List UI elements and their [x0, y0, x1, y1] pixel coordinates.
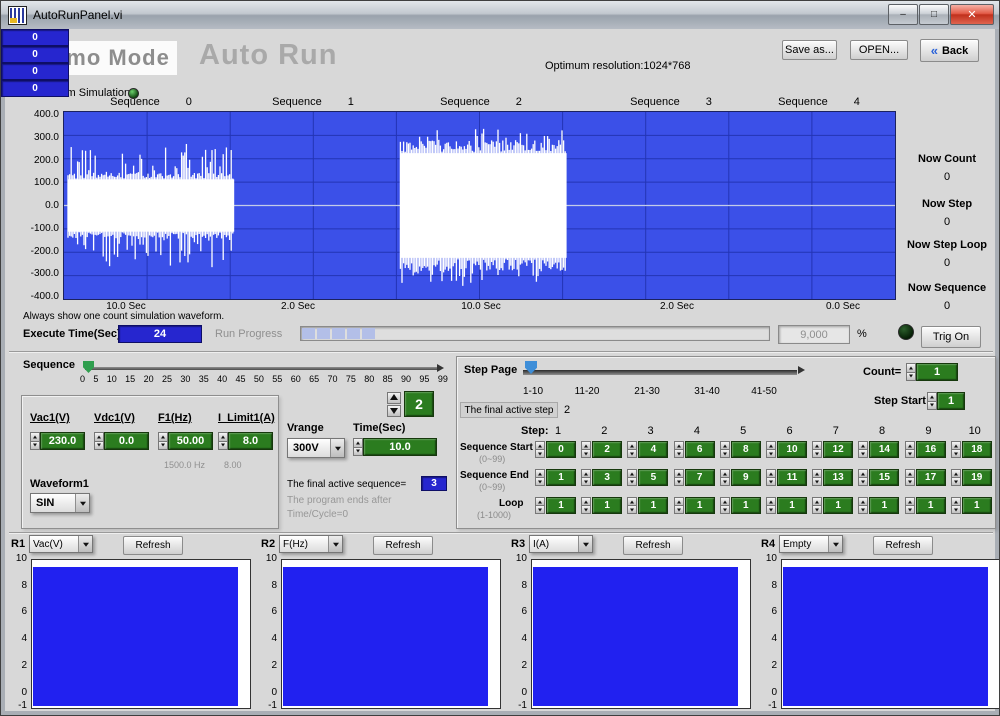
- readout-y-tick: 6: [509, 606, 527, 617]
- window-title: AutoRunPanel.vi: [33, 8, 122, 22]
- readout-name: R2: [261, 538, 275, 550]
- readout-chart: [531, 559, 751, 709]
- readout-name: R3: [511, 538, 525, 550]
- readout-y-tick: 6: [759, 606, 777, 617]
- readout-y-tick: 10: [259, 553, 277, 564]
- readout-y-tick: 8: [259, 580, 277, 591]
- chevron-down-icon: [578, 536, 592, 552]
- window-controls: – □ ✕: [888, 4, 994, 25]
- readout-y-tick: 0: [9, 687, 27, 698]
- minimize-button[interactable]: –: [888, 4, 918, 25]
- readout-chart: [281, 559, 501, 709]
- channel-select[interactable]: Vac(V): [29, 535, 93, 553]
- readout-y-tick: 10: [9, 553, 27, 564]
- refresh-button[interactable]: Refresh: [123, 536, 183, 555]
- readout-y-tick: 10: [759, 553, 777, 564]
- readout-y-tick: 2: [759, 660, 777, 671]
- readout-value: 0: [1, 80, 69, 97]
- readout-y-tick: 4: [9, 633, 27, 644]
- chevron-down-icon: [328, 536, 342, 552]
- readout-value: 0: [1, 46, 69, 63]
- readout-chart: [781, 559, 1000, 709]
- readout-value: 0: [1, 29, 69, 46]
- readout-y-tick: 4: [759, 633, 777, 644]
- refresh-button[interactable]: Refresh: [373, 536, 433, 555]
- channel-select-value: F(Hz): [280, 536, 328, 552]
- channel-select[interactable]: F(Hz): [279, 535, 343, 553]
- readout-y-tick: -1: [259, 700, 277, 711]
- chevron-down-icon: [828, 536, 842, 552]
- refresh-button[interactable]: Refresh: [623, 536, 683, 555]
- channel-select[interactable]: Empty: [779, 535, 843, 553]
- readout-name: R1: [11, 538, 25, 550]
- readout-y-tick: -1: [9, 700, 27, 711]
- maximize-button[interactable]: □: [919, 4, 949, 25]
- main-panel: Demo Mode Auto Run Optimum resolution:10…: [1, 29, 999, 715]
- readout-y-tick: 8: [509, 580, 527, 591]
- readout-y-tick: 2: [9, 660, 27, 671]
- readout-y-tick: -1: [759, 700, 777, 711]
- app-icon: [8, 6, 27, 25]
- readout-name: R4: [761, 538, 775, 550]
- readout-value: 0: [1, 63, 69, 80]
- readout-y-tick: 10: [509, 553, 527, 564]
- channel-select-value: Empty: [780, 536, 828, 552]
- readout-y-tick: 0: [259, 687, 277, 698]
- readout-chart-fill: [33, 567, 238, 706]
- readout-y-tick: 8: [759, 580, 777, 591]
- close-button[interactable]: ✕: [950, 4, 994, 25]
- readout-chart-fill: [783, 567, 988, 706]
- readout-chart-fill: [283, 567, 488, 706]
- readout-y-tick: 6: [9, 606, 27, 617]
- readout-y-tick: 0: [759, 687, 777, 698]
- readout-y-tick: -1: [509, 700, 527, 711]
- channel-select-value: Vac(V): [30, 536, 78, 552]
- readout-y-tick: 4: [259, 633, 277, 644]
- refresh-button[interactable]: Refresh: [873, 536, 933, 555]
- readout-y-tick: 2: [509, 660, 527, 671]
- readout-y-tick: 4: [509, 633, 527, 644]
- channel-select-value: I(A): [530, 536, 578, 552]
- readouts-section: R1 Vac(V) Refresh 0 10 8 6 4 2 0 -1 R2 F(Hz) Refresh 0…: [1, 29, 999, 715]
- readout-y-tick: 2: [259, 660, 277, 671]
- app-window: AutoRunPanel.vi – □ ✕ Demo Mode Auto Run…: [0, 0, 1000, 716]
- readout-y-tick: 0: [509, 687, 527, 698]
- channel-select[interactable]: I(A): [529, 535, 593, 553]
- chevron-down-icon: [78, 536, 92, 552]
- readout-y-tick: 6: [259, 606, 277, 617]
- readout-chart-fill: [533, 567, 738, 706]
- readout-y-tick: 8: [9, 580, 27, 591]
- titlebar: AutoRunPanel.vi – □ ✕: [1, 1, 999, 30]
- readout-chart: [31, 559, 251, 709]
